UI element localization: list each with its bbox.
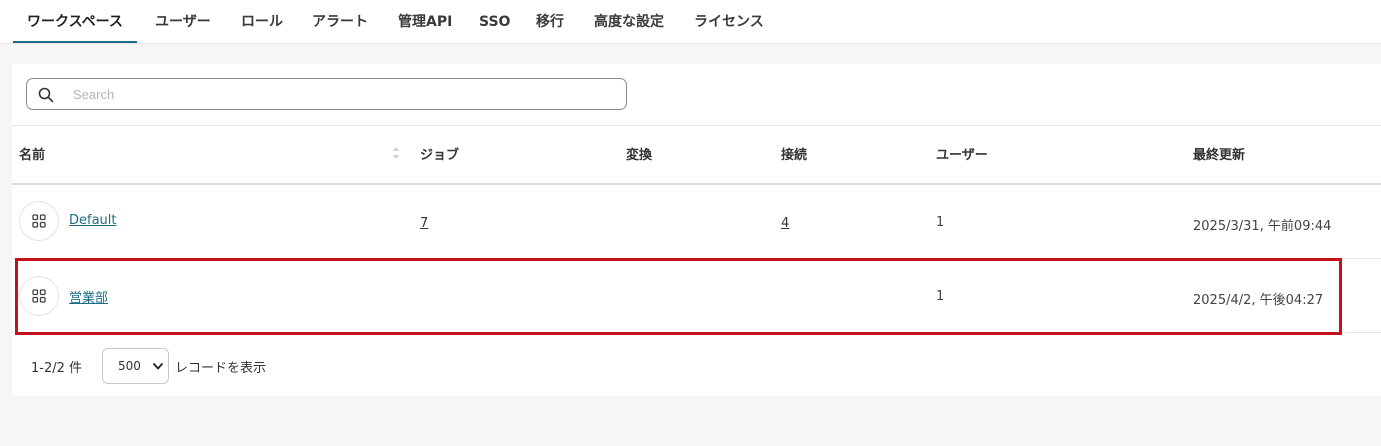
column-header-connections: 接続 xyxy=(781,148,808,163)
tab-migration[interactable]: 移行 xyxy=(536,0,564,44)
column-header-transforms: 変換 xyxy=(626,148,653,163)
search-input[interactable] xyxy=(73,84,613,104)
page-size-select[interactable]: 500 xyxy=(102,348,169,384)
users-count: 1 xyxy=(936,215,945,230)
workspace-name-link[interactable]: 営業部 xyxy=(69,287,108,306)
chevron-down-icon xyxy=(153,363,163,370)
workspace-list-card: 名前 ジョブ 変換 接続 ユーザー 最終更新 Default 7 4 1 202… xyxy=(12,64,1381,396)
admin-tab-bar: ワークスペース ユーザー ロール アラート 管理API SSO 移行 高度な設定… xyxy=(0,0,1381,44)
last-updated: 2025/4/2, 午後04:27 xyxy=(1193,293,1324,308)
column-header-last-updated: 最終更新 xyxy=(1193,148,1246,163)
workspace-grid-icon xyxy=(19,201,59,241)
row-divider xyxy=(12,258,1381,259)
last-updated: 2025/3/31, 午前09:44 xyxy=(1193,219,1332,234)
tab-admin-api[interactable]: 管理API xyxy=(398,0,452,44)
workspace-grid-icon xyxy=(19,276,59,316)
tab-roles[interactable]: ロール xyxy=(241,0,283,44)
row-divider xyxy=(12,332,1381,333)
tab-sso[interactable]: SSO xyxy=(479,0,510,44)
column-header-users: ユーザー xyxy=(936,148,988,163)
users-count: 1 xyxy=(936,289,945,304)
jobs-count-link[interactable]: 7 xyxy=(420,216,428,231)
page-size-value: 500 xyxy=(118,359,141,373)
page-size-label: レコードを表示 xyxy=(175,361,267,376)
search-box[interactable] xyxy=(26,78,627,110)
record-range: 1-2/2 件 xyxy=(31,361,83,376)
column-header-jobs: ジョブ xyxy=(420,148,460,163)
tab-license[interactable]: ライセンス xyxy=(694,0,764,44)
tab-advanced-settings[interactable]: 高度な設定 xyxy=(594,0,664,44)
connections-count-link[interactable]: 4 xyxy=(781,216,789,231)
search-icon xyxy=(38,87,54,103)
header-divider xyxy=(12,183,1381,185)
tab-workspaces[interactable]: ワークスペース xyxy=(13,0,137,44)
workspace-name-link[interactable]: Default xyxy=(69,213,117,228)
tab-alerts[interactable]: アラート xyxy=(312,0,368,44)
column-header-name[interactable]: 名前 xyxy=(19,144,45,163)
divider xyxy=(12,125,1381,126)
tab-users[interactable]: ユーザー xyxy=(155,0,211,44)
sort-icon[interactable] xyxy=(392,146,400,160)
